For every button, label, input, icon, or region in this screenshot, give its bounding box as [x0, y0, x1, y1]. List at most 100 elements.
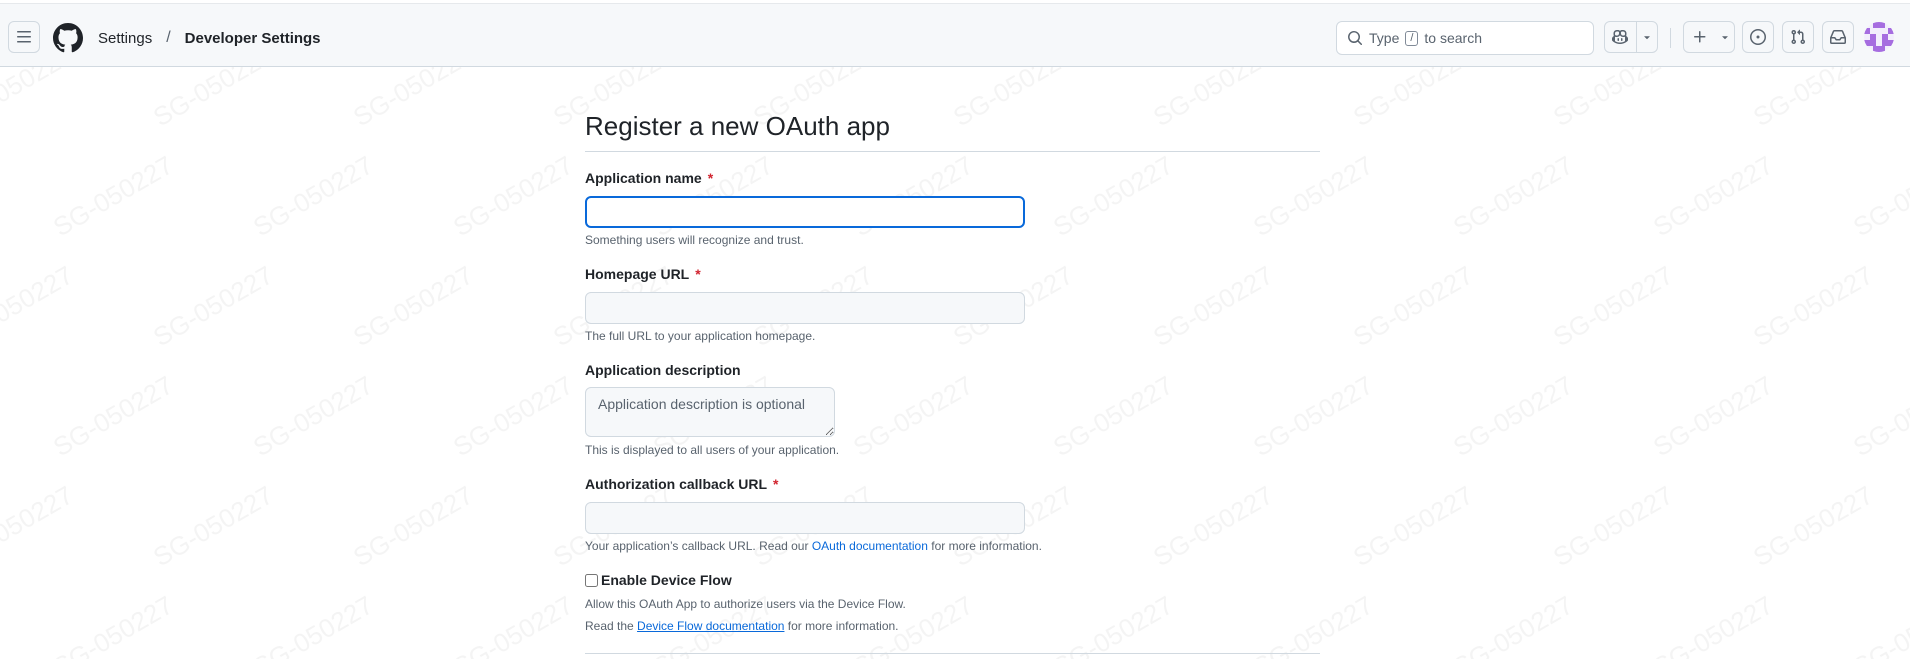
- app-name-label: Application name *: [585, 170, 713, 186]
- homepage-url-label: Homepage URL *: [585, 266, 701, 282]
- description-textarea[interactable]: [585, 387, 835, 437]
- copilot-dropdown-button[interactable]: [1637, 22, 1657, 52]
- inbox-button[interactable]: [1822, 21, 1854, 53]
- watermark-text: SG-050227: [1748, 260, 1878, 352]
- issue-icon: [1750, 29, 1766, 45]
- watermark-text: SG-050227: [1848, 370, 1910, 462]
- plus-icon: [1694, 31, 1706, 43]
- create-new-button[interactable]: [1683, 21, 1735, 53]
- top-navigation-bar: Settings / Developer Settings Type / to …: [0, 3, 1910, 67]
- callback-url-input[interactable]: [585, 502, 1025, 534]
- watermark-text: SG-050227: [848, 370, 978, 462]
- callback-note-suffix: for more information.: [931, 539, 1042, 553]
- watermark-text: SG-050227: [348, 260, 478, 352]
- inbox-icon: [1830, 30, 1846, 44]
- watermark-text: SG-050227: [0, 260, 78, 352]
- watermark-text: SG-050227: [1648, 590, 1778, 659]
- device-flow-doc-note: Read the Device Flow documentation for m…: [585, 619, 899, 633]
- watermark-text: SG-050227: [0, 480, 78, 572]
- title-divider: [585, 151, 1320, 152]
- watermark-text: SG-050227: [248, 590, 378, 659]
- description-note: This is displayed to all users of your a…: [585, 443, 840, 457]
- description-label: Application description: [585, 362, 741, 378]
- watermark-text: SG-050227: [448, 150, 578, 242]
- callback-url-label: Authorization callback URL *: [585, 476, 778, 492]
- watermark-text: SG-050227: [248, 370, 378, 462]
- watermark-text: SG-050227: [1448, 370, 1578, 462]
- device-flow-documentation-link[interactable]: Device Flow documentation: [637, 619, 784, 633]
- watermark-text: SG-050227: [148, 260, 278, 352]
- watermark-text: SG-050227: [448, 370, 578, 462]
- app-name-note: Something users will recognize and trust…: [585, 233, 804, 247]
- create-dropdown-part[interactable]: [1716, 22, 1734, 52]
- watermark-text: SG-050227: [48, 370, 178, 462]
- watermark-text: SG-050227: [1148, 260, 1278, 352]
- watermark-text: SG-050227: [1548, 67, 1678, 132]
- watermark-text: SG-050227: [1448, 150, 1578, 242]
- watermark-text: SG-050227: [0, 67, 78, 132]
- callback-url-note: Your application’s callback URL. Read ou…: [585, 539, 1042, 553]
- breadcrumb: Settings / Developer Settings: [98, 27, 321, 49]
- watermark-text: SG-050227: [148, 480, 278, 572]
- watermark-text: SG-050227: [348, 67, 478, 132]
- search-input[interactable]: Type / to search: [1336, 21, 1594, 55]
- watermark-text: SG-050227: [1348, 480, 1478, 572]
- pull-requests-button[interactable]: [1782, 21, 1814, 53]
- avatar[interactable]: [1864, 22, 1894, 52]
- menu-button[interactable]: [8, 21, 40, 53]
- description-label-text: Application description: [585, 362, 741, 378]
- search-placeholder-prefix: Type: [1369, 30, 1400, 46]
- copilot-menu: [1604, 21, 1658, 53]
- breadcrumb-developer-settings-link[interactable]: Developer Settings: [185, 30, 321, 47]
- watermark-text: SG-050227: [948, 67, 1078, 132]
- watermark-text: SG-050227: [1848, 590, 1910, 659]
- triangle-down-icon: [1644, 36, 1650, 40]
- callback-note-prefix: Your application’s callback URL. Read ou…: [585, 539, 809, 553]
- triangle-down-icon: [1722, 36, 1728, 40]
- hamburger-icon: [17, 31, 31, 43]
- device-flow-note-suffix: for more information.: [787, 619, 899, 633]
- page-title: Register a new OAuth app: [585, 111, 890, 141]
- homepage-url-note: The full URL to your application homepag…: [585, 329, 816, 343]
- search-placeholder-suffix: to search: [1424, 30, 1483, 46]
- required-marker: *: [707, 170, 714, 186]
- issues-button[interactable]: [1742, 21, 1774, 53]
- required-marker: *: [695, 266, 701, 282]
- watermark-text: SG-050227: [248, 150, 378, 242]
- watermark-text: SG-050227: [1048, 370, 1178, 462]
- required-marker: *: [773, 476, 779, 492]
- device-flow-label[interactable]: Enable Device Flow: [601, 572, 732, 588]
- callback-url-label-text: Authorization callback URL: [585, 476, 768, 492]
- plus-button-part[interactable]: [1684, 22, 1716, 52]
- watermark-text: SG-050227: [1248, 150, 1378, 242]
- bottom-divider: [585, 653, 1320, 654]
- github-logo-icon: [52, 23, 83, 53]
- breadcrumb-settings-link[interactable]: Settings: [98, 30, 152, 47]
- oauth-documentation-link[interactable]: OAuth documentation: [812, 539, 928, 553]
- watermark-text: SG-050227: [1748, 480, 1878, 572]
- watermark-text: SG-050227: [1248, 370, 1378, 462]
- search-icon: [1348, 31, 1363, 46]
- watermark-text: SG-050227: [1048, 590, 1178, 659]
- device-flow-checkbox[interactable]: [585, 573, 598, 587]
- watermark-text: SG-050227: [1348, 260, 1478, 352]
- github-logo-link[interactable]: [52, 23, 83, 53]
- watermark-text: SG-050227: [348, 480, 478, 572]
- watermark-text: SG-050227: [448, 590, 578, 659]
- watermark-text: SG-050227: [1748, 67, 1878, 132]
- watermark-text: SG-050227: [1548, 480, 1678, 572]
- watermark-text: SG-050227: [1648, 370, 1778, 462]
- watermark-text: SG-050227: [1648, 150, 1778, 242]
- watermark-text: SG-050227: [1148, 480, 1278, 572]
- copilot-button[interactable]: [1605, 22, 1636, 52]
- copilot-icon: [1612, 29, 1629, 45]
- watermark-text: SG-050227: [1448, 590, 1578, 659]
- header-divider: [1670, 28, 1671, 48]
- device-flow-note-prefix: Read the: [585, 619, 634, 633]
- watermark-text: SG-050227: [48, 590, 178, 659]
- watermark-text: SG-050227: [48, 150, 178, 242]
- homepage-url-input[interactable]: [585, 292, 1025, 324]
- app-name-input[interactable]: [585, 196, 1025, 228]
- pull-request-icon: [1791, 29, 1806, 45]
- watermark-text: SG-050227: [148, 67, 278, 132]
